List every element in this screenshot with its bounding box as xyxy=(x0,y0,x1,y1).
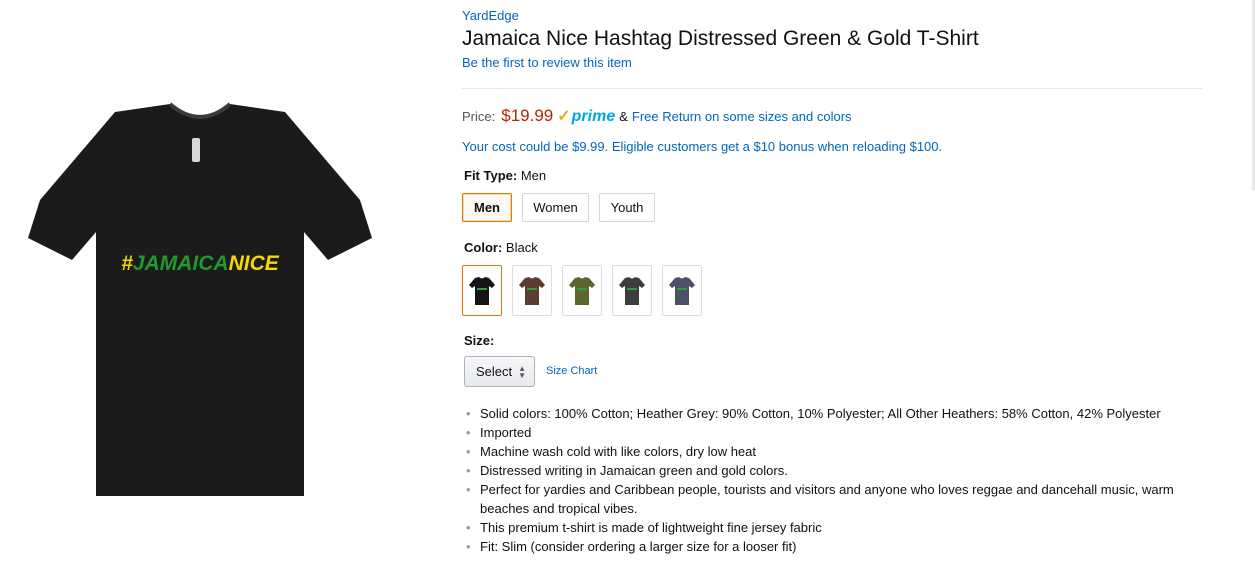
select-arrows-icon: ▲ ▼ xyxy=(518,364,526,380)
swatch-olive[interactable] xyxy=(562,265,602,316)
prime-check-icon: ✓ xyxy=(557,108,571,125)
bullet-item: Distressed writing in Jamaican green and… xyxy=(466,461,1220,480)
brand-link[interactable]: YardEdge xyxy=(462,8,519,23)
price-label: Price: xyxy=(462,109,496,124)
swatch-black-shirt xyxy=(469,276,495,305)
swatch-olive-shirt xyxy=(569,276,595,305)
ampersand: & xyxy=(619,109,628,124)
price-row: Price: $19.99 ✓ prime & Free Return on s… xyxy=(462,106,852,126)
swatch-navy-shirt xyxy=(669,276,695,305)
color-label: Color: Black xyxy=(464,240,538,255)
size-chart-link[interactable]: Size Chart xyxy=(546,365,597,377)
shirt-body xyxy=(28,104,372,496)
fit-type-label: Fit Type: Men xyxy=(464,168,546,183)
swatch-brown[interactable] xyxy=(512,265,552,316)
color-value: Black xyxy=(505,240,538,255)
divider xyxy=(462,88,1202,89)
swatch-black[interactable] xyxy=(462,265,502,316)
size-select[interactable]: Select ▲ ▼ xyxy=(464,356,535,387)
review-link[interactable]: Be the first to review this item xyxy=(462,55,632,70)
shirt-print-text: #JAMAICANICE xyxy=(121,252,280,275)
fit-option-men[interactable]: Men xyxy=(462,193,512,222)
size-label: Size: xyxy=(464,333,495,348)
product-title: Jamaica Nice Hashtag Distressed Green & … xyxy=(462,27,979,50)
bullet-item: Solid colors: 100% Cotton; Heather Grey:… xyxy=(466,404,1220,423)
prime-badge: ✓ prime xyxy=(557,106,615,126)
size-select-value: Select xyxy=(476,364,513,379)
bullet-item: Imported xyxy=(466,423,1220,442)
swatch-charcoal-shirt xyxy=(619,276,645,305)
fit-option-women[interactable]: Women xyxy=(522,193,589,222)
bullet-item: Machine wash cold with like colors, dry … xyxy=(466,442,1220,461)
feature-bullets: Solid colors: 100% Cotton; Heather Grey:… xyxy=(466,404,1220,556)
shirt-tag xyxy=(192,138,200,162)
fit-type-key: Fit Type: xyxy=(464,168,518,183)
product-image[interactable]: #JAMAICANICE xyxy=(20,100,380,500)
color-swatches xyxy=(462,265,702,316)
color-key: Color: xyxy=(464,240,503,255)
fit-option-youth[interactable]: Youth xyxy=(599,193,655,222)
product-image-column: #JAMAICANICE xyxy=(0,0,420,566)
bullet-item: This premium t-shirt is made of lightwei… xyxy=(466,518,1220,537)
prime-text: prime xyxy=(571,108,616,125)
fit-type-value: Men xyxy=(520,168,547,183)
bullet-item: Fit: Slim (consider ordering a larger si… xyxy=(466,537,1220,556)
promo-link[interactable]: Your cost could be $9.99. Eligible custo… xyxy=(462,139,942,154)
swatch-brown-shirt xyxy=(519,276,545,305)
swatch-charcoal[interactable] xyxy=(612,265,652,316)
bullet-item: Perfect for yardies and Caribbean people… xyxy=(466,480,1220,518)
price-value: $19.99 xyxy=(501,106,554,125)
free-return-link[interactable]: Free Return on some sizes and colors xyxy=(632,109,852,124)
fit-type-options: Men Women Youth xyxy=(462,193,655,222)
swatch-navy[interactable] xyxy=(662,265,702,316)
